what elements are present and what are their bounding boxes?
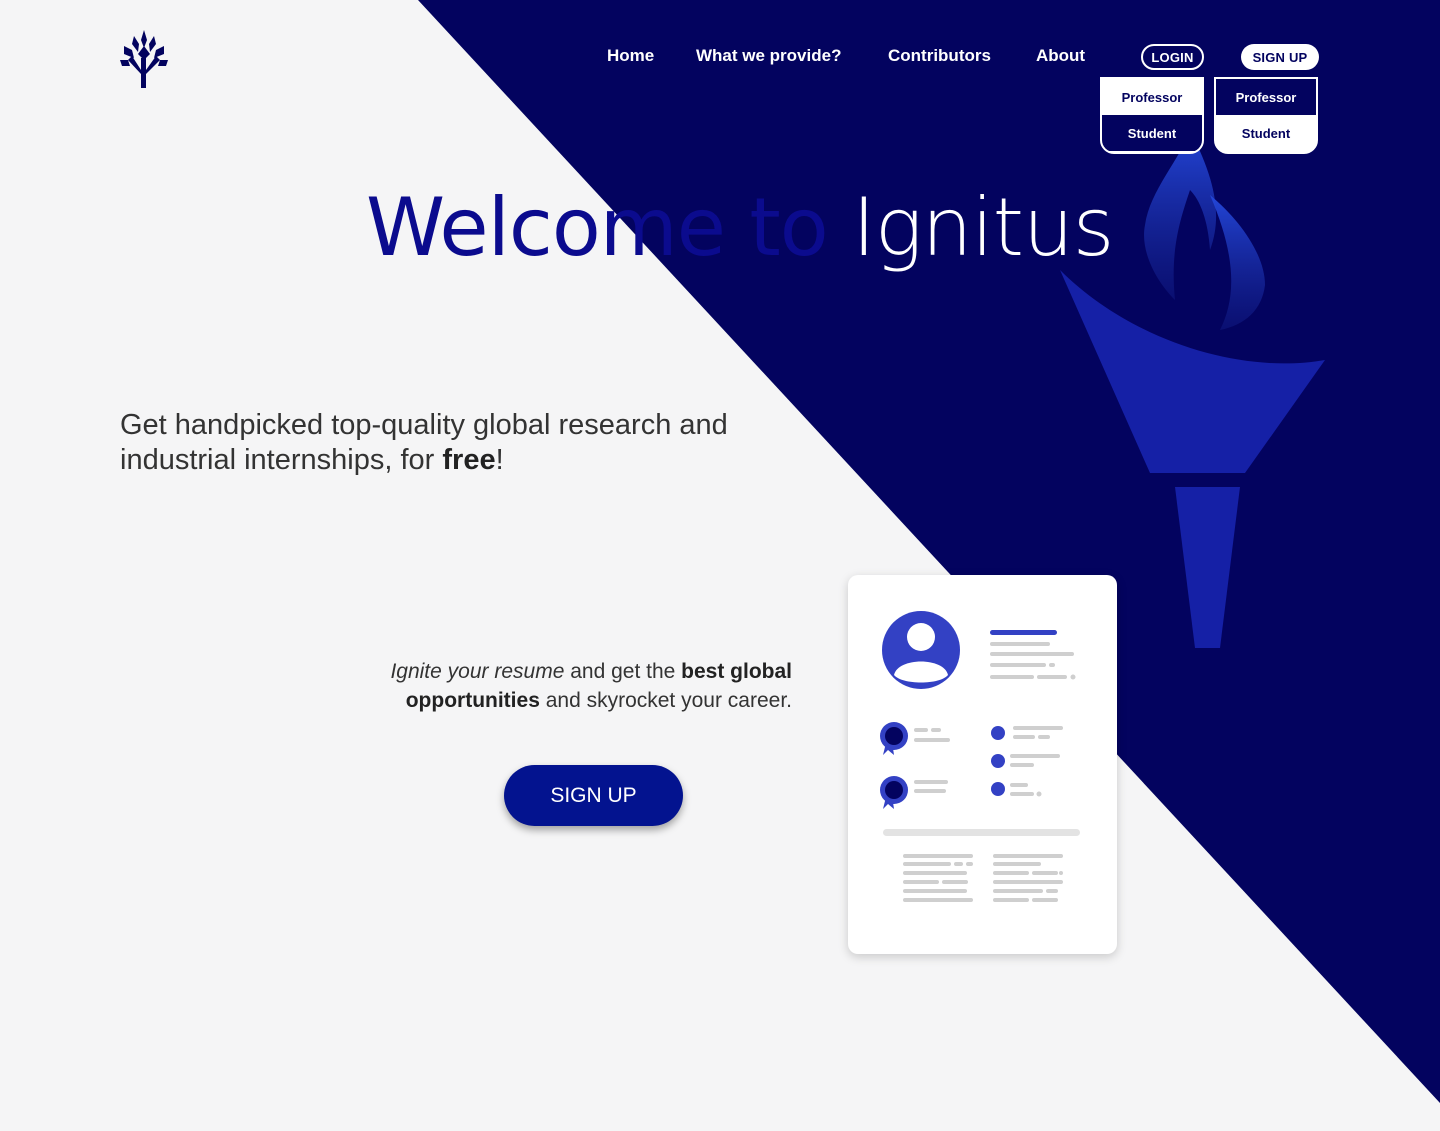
tagline-free-emphasis: free (442, 444, 496, 476)
signup-button[interactable]: SIGN UP (1241, 44, 1319, 70)
resume-card-icon (848, 575, 1117, 954)
login-button[interactable]: LOGIN (1141, 44, 1204, 70)
login-dropdown-menu: Professor Student (1100, 77, 1204, 154)
resume-card-illustration (880, 611, 1080, 902)
nav-what-we-provide-link[interactable]: What we provide? (696, 46, 841, 66)
hero-tagline: Get handpicked top-quality global resear… (120, 408, 760, 478)
subcopy-italic: Ignite your resume (390, 660, 565, 683)
subcopy-mid: and get the (564, 660, 682, 683)
hero-title-brand: Ignitus (852, 181, 1114, 274)
award-ribbon-icon (880, 722, 908, 755)
nav-contributors-link[interactable]: Contributors (888, 46, 991, 66)
login-professor-option[interactable]: Professor (1102, 79, 1202, 115)
tagline-text: Get handpicked top-quality global resear… (120, 409, 728, 476)
nav-home-link[interactable]: Home (607, 46, 654, 66)
signup-student-option[interactable]: Student (1216, 115, 1316, 151)
hero-title: Welcome to Ignitus (366, 178, 1114, 278)
hero-subcopy: Ignite your resume and get the best glob… (350, 657, 792, 715)
hero-signup-button[interactable]: SIGN UP (504, 765, 683, 826)
nav-about-link[interactable]: About (1036, 46, 1085, 66)
avatar-icon (882, 611, 960, 689)
signup-professor-option[interactable]: Professor (1216, 79, 1316, 115)
subcopy-end: and skyrocket your career. (539, 689, 792, 712)
award-ribbon-icon (880, 776, 908, 809)
torch-tree-logo-icon[interactable] (118, 28, 170, 92)
signup-dropdown-menu: Professor Student (1214, 77, 1318, 154)
login-student-option[interactable]: Student (1102, 115, 1202, 151)
tagline-exclamation: ! (495, 444, 504, 476)
hero-title-part1: Welcome to (366, 181, 853, 274)
